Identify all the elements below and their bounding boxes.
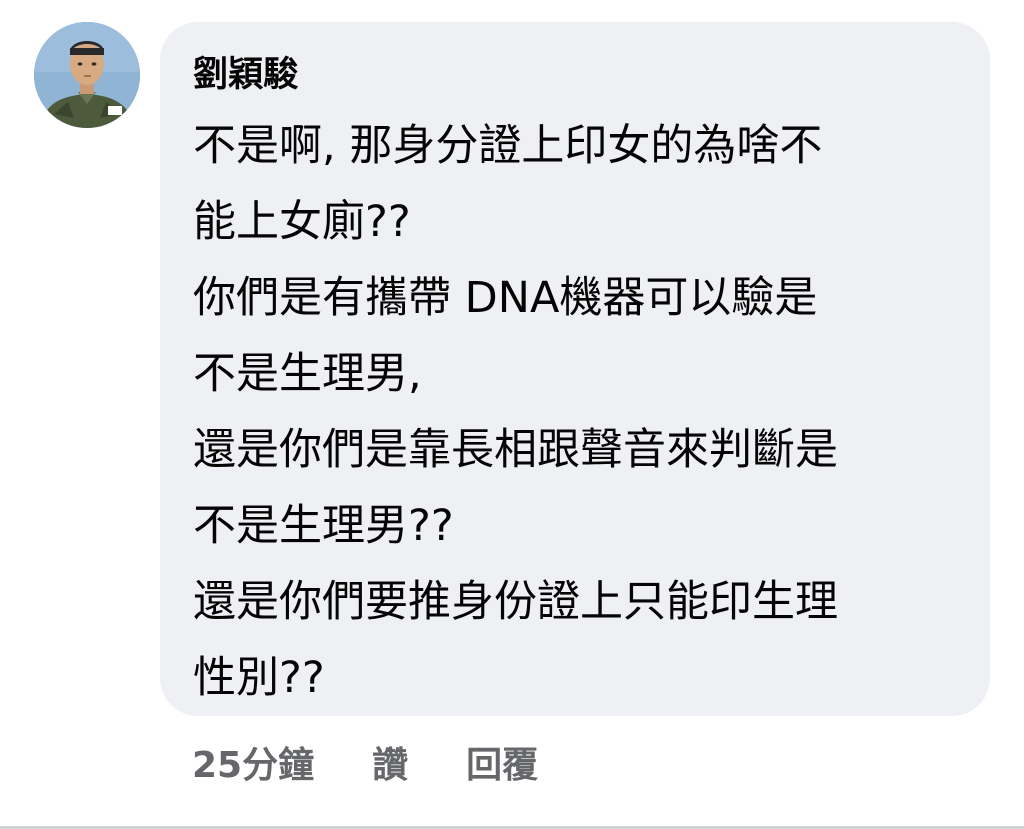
comment-line: 不是生理男?? bbox=[193, 501, 454, 551]
reply-button[interactable]: 回覆 bbox=[466, 736, 538, 788]
avatar[interactable] bbox=[34, 22, 140, 128]
comment-line: 能上女廁?? bbox=[193, 197, 411, 247]
comment-bubble: 劉穎駿 不是啊, 那身分證上印女的為啥不 能上女廁?? 你們是有攜帶 DNA機器… bbox=[160, 22, 990, 716]
comment-author-name[interactable]: 劉穎駿 bbox=[193, 50, 298, 100]
comment-line: 你們是有攜帶 DNA機器可以驗是 bbox=[193, 273, 818, 323]
comment-line: 還是你們要推身份證上只能印生理 bbox=[193, 577, 838, 627]
comment-line: 不是啊, 那身分證上印女的為啥不 bbox=[193, 121, 823, 171]
like-button[interactable]: 讚 bbox=[372, 736, 408, 788]
comment-line: 還是你們是靠長相跟聲音來判斷是 bbox=[193, 425, 838, 475]
comment-line: 性別?? bbox=[193, 653, 325, 703]
avatar-image bbox=[34, 22, 140, 128]
comment-line: 不是生理男, bbox=[193, 349, 422, 399]
comment-actions: 25分鐘 讚 回覆 bbox=[192, 734, 538, 790]
comment-body: 不是啊, 那身分證上印女的為啥不 能上女廁?? 你們是有攜帶 DNA機器可以驗是… bbox=[193, 108, 963, 716]
comment-timestamp[interactable]: 25分鐘 bbox=[192, 736, 314, 788]
